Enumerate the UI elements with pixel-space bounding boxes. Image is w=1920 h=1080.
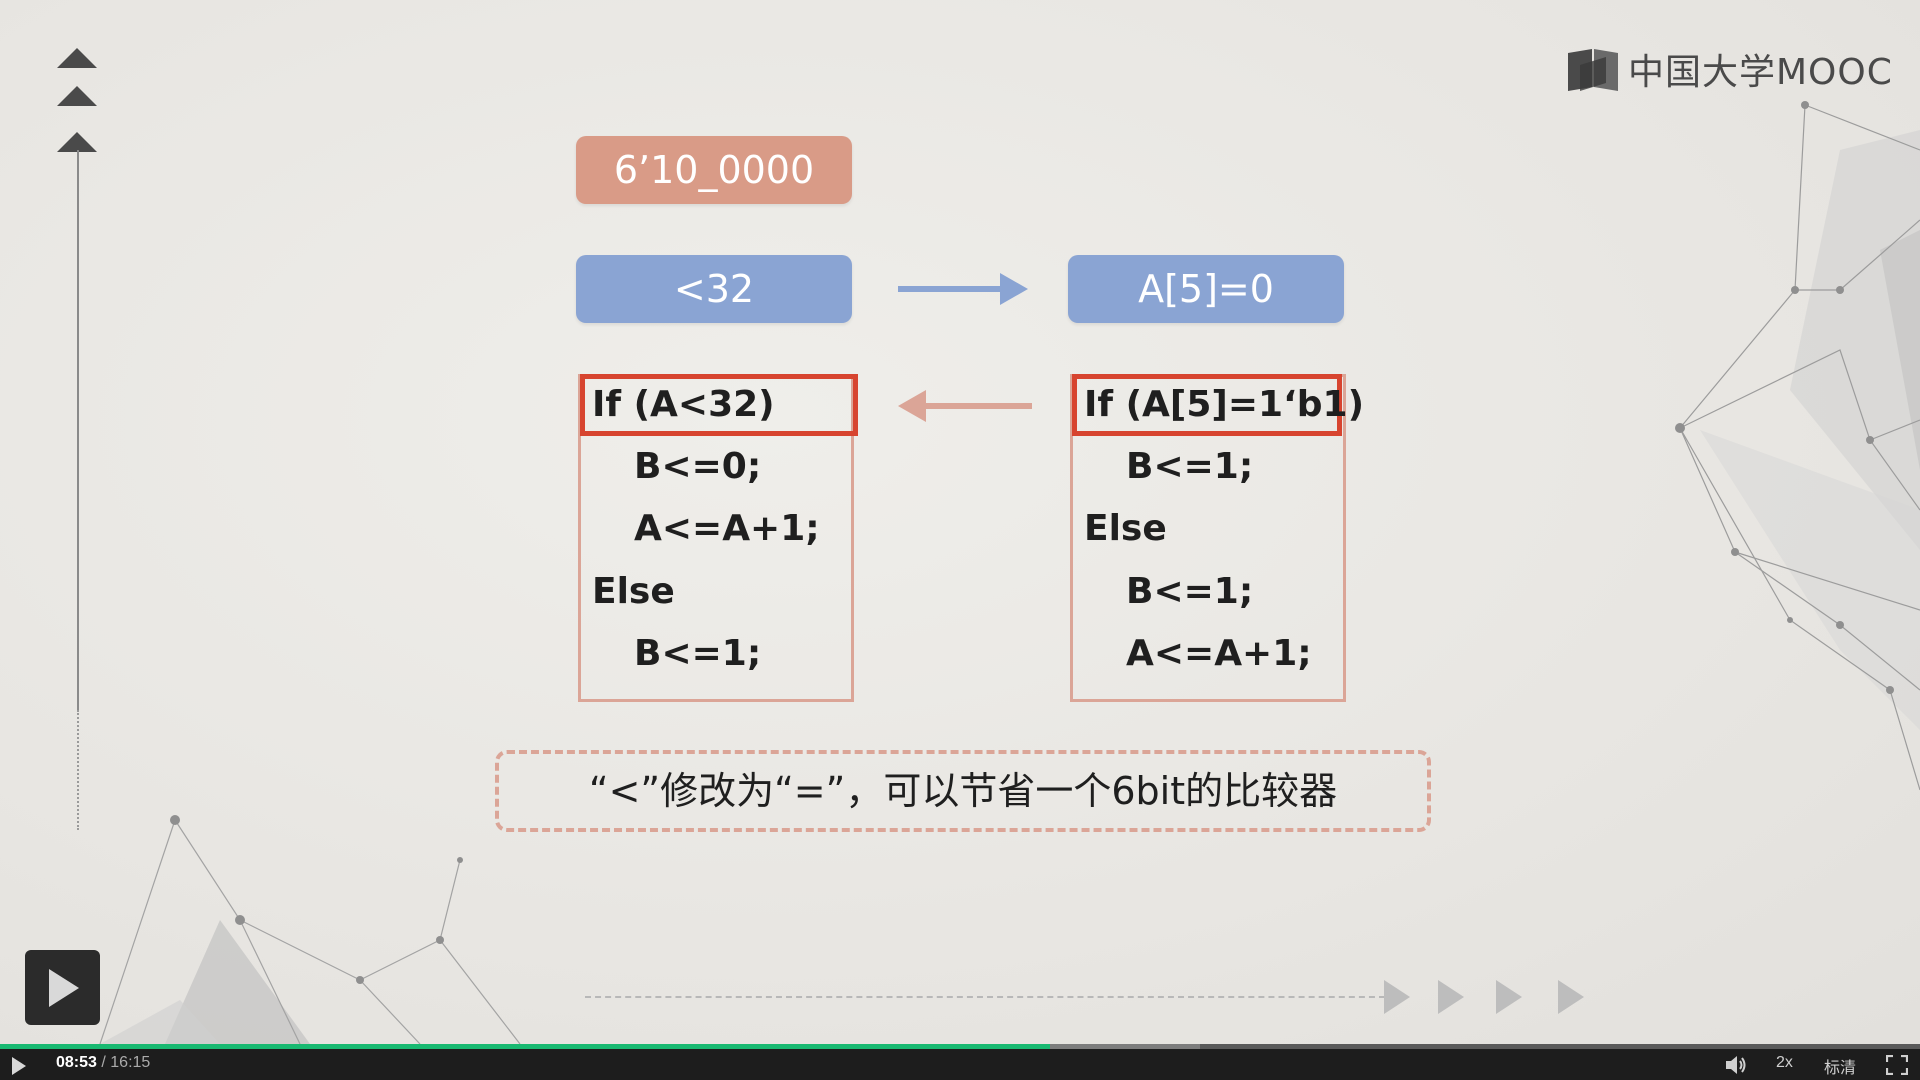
- fullscreen-icon[interactable]: [1886, 1055, 1908, 1075]
- triangle-right-icon: [1558, 980, 1584, 1014]
- duration: 16:15: [110, 1054, 151, 1071]
- arrow-right-icon: [898, 286, 1002, 292]
- code-line: Else: [1084, 508, 1167, 549]
- code-line: A<=A+1;: [634, 508, 820, 549]
- code-line: If (A[5]=1‘b1): [1084, 384, 1365, 425]
- triangle-right-icon: [1438, 980, 1464, 1014]
- decor-vertical-line: [77, 150, 79, 710]
- arrow-left-icon: [898, 390, 926, 422]
- speed-button[interactable]: 2x: [1776, 1054, 1793, 1072]
- volume-icon[interactable]: [1724, 1054, 1748, 1076]
- note-box: “<”修改为“=”，可以节省一个6bit的比较器: [495, 750, 1431, 832]
- code-line: B<=0;: [634, 446, 762, 487]
- video-frame[interactable]: 中国大学MOOC 6’10_0000 <32 A[5]=0 If (A<32) …: [0, 0, 1920, 1044]
- code-line: B<=1;: [1126, 446, 1254, 487]
- binary-value-box: 6’10_0000: [576, 136, 852, 204]
- decor-polygon-network: [1675, 101, 1920, 791]
- triangle-up-icon: [57, 48, 97, 68]
- time-separator: /: [101, 1054, 106, 1071]
- decor-horizontal-dashed-line: [585, 996, 1385, 998]
- play-icon[interactable]: [12, 1057, 26, 1075]
- condition-box: <32: [576, 255, 852, 323]
- triangle-up-icon: [57, 132, 97, 152]
- code-line: Else: [592, 571, 675, 612]
- big-play-button[interactable]: [25, 950, 100, 1025]
- decor-polygon-network: [99, 815, 521, 1044]
- code-line: A<=A+1;: [1126, 633, 1312, 674]
- time-display: 08:53 / 16:15: [56, 1054, 150, 1072]
- logo-text: 中国大学MOOC: [1628, 52, 1893, 93]
- code-line: If (A<32): [592, 384, 775, 425]
- code-line: B<=1;: [634, 633, 762, 674]
- control-bar: 08:53 / 16:15 2x 标清: [0, 1049, 1920, 1080]
- arrow-left-icon: [924, 403, 1032, 409]
- current-time: 08:53: [56, 1054, 97, 1071]
- code-line: B<=1;: [1126, 571, 1254, 612]
- mooc-logo: 中国大学MOOC: [1566, 44, 1893, 94]
- quality-button[interactable]: 标清: [1824, 1054, 1856, 1078]
- book-icon: [1568, 49, 1618, 91]
- equivalent-condition-box: A[5]=0: [1068, 255, 1344, 323]
- triangle-up-icon: [57, 86, 97, 106]
- arrow-right-icon: [1000, 273, 1028, 305]
- triangle-right-icon: [1384, 980, 1410, 1014]
- triangle-right-icon: [1496, 980, 1522, 1014]
